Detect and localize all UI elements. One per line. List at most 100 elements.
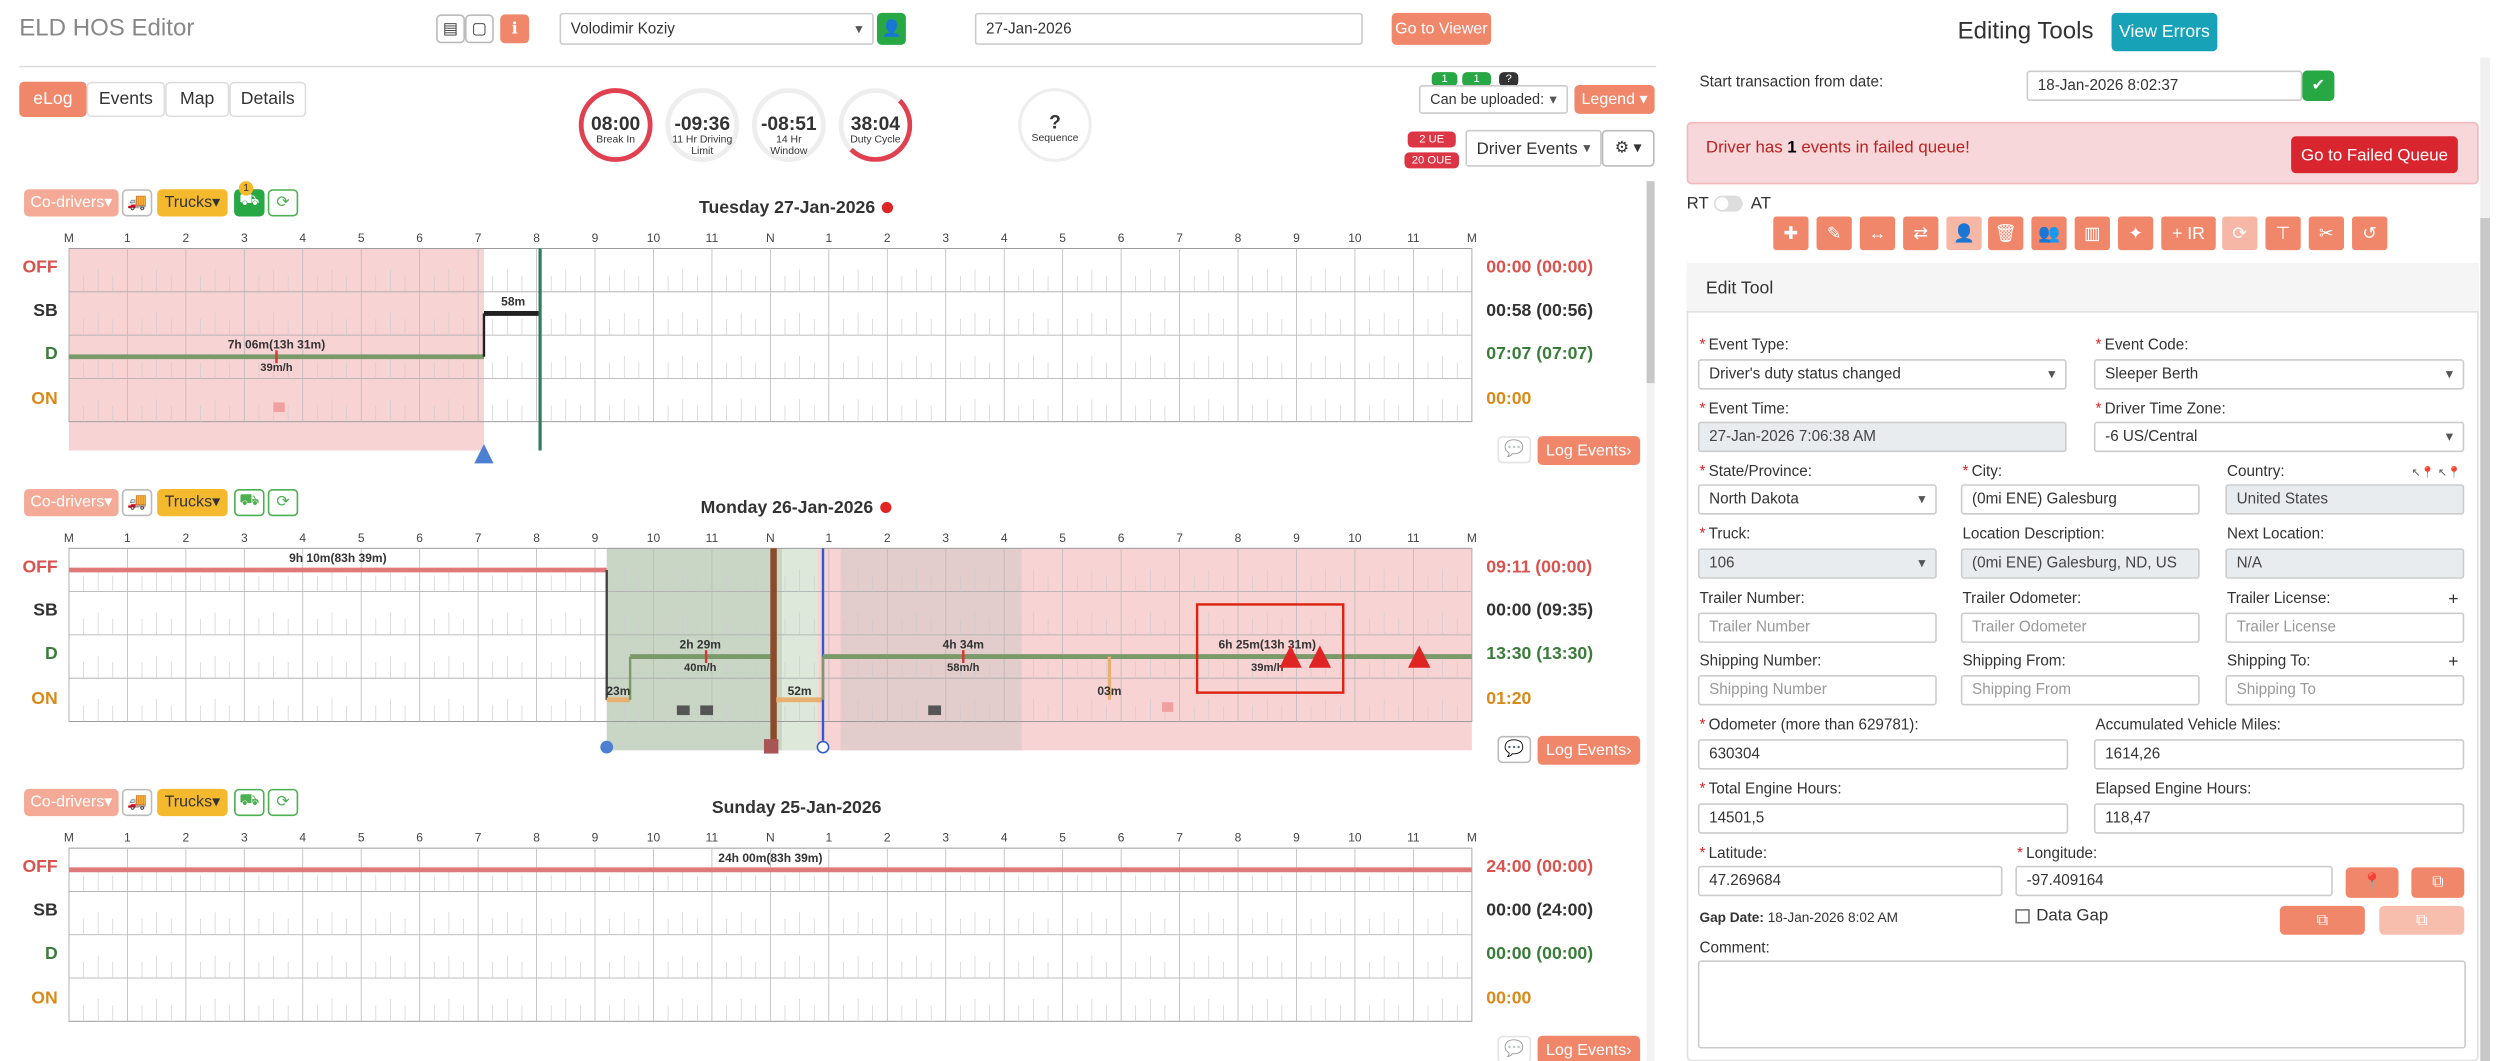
ship-num-input[interactable]: Shipping Number (1697, 674, 1937, 706)
eng-hours-input[interactable]: 14501,5 (1697, 803, 2069, 834)
event-time-input[interactable]: 27-Jan-2026 7:06:38 AM (1697, 421, 2067, 453)
swap-icon[interactable]: ⇄ (1903, 216, 1939, 251)
comment-icon[interactable]: 💬 (1497, 1035, 1532, 1061)
trucks-button[interactable]: Trucks ▾ (157, 189, 228, 217)
driver-profile-button[interactable]: 👤 (877, 12, 906, 45)
trash-icon[interactable]: 🗑 (1988, 216, 2024, 251)
copy-coords-button[interactable]: ⧉ (2411, 867, 2465, 898)
add-event-icon[interactable]: ✚ (1773, 216, 1809, 251)
comment-icon[interactable]: 💬 (1497, 735, 1532, 764)
log-events-button[interactable]: Log Events › (1537, 735, 1641, 765)
sync-icon[interactable]: ⟳ (267, 189, 299, 217)
city-input[interactable]: (0mi ENE) Galesburg (1960, 484, 2200, 515)
shift-icon[interactable]: ↔ (1859, 216, 1896, 251)
tab-elog[interactable]: eLog (19, 81, 87, 118)
status-row-label: OFF (22, 258, 58, 278)
duty-status-grid[interactable]: 9h 10m(83h 39m) 2h 29m 40m/h 23m 52m 4h 34m 58… (68, 547, 1478, 756)
view-errors-button[interactable]: View Errors (2111, 12, 2218, 52)
co-drivers-button[interactable]: Co-drivers ▾ (24, 189, 119, 217)
hour-tick: M (1466, 530, 1477, 546)
log-events-button[interactable]: Log Events › (1537, 436, 1641, 465)
add-trailer-icon[interactable]: + (2448, 590, 2458, 609)
paste-location-button[interactable]: ⧉ (2379, 905, 2465, 935)
acc-miles-input[interactable]: 1614,26 (2093, 739, 2465, 770)
event-type-input[interactable]: Driver's duty status changed (1697, 359, 2067, 390)
magic-icon[interactable]: ✦ (2117, 216, 2154, 251)
data-gap-checkbox[interactable] (2015, 909, 2030, 924)
start-transaction-confirm[interactable]: ✔ (2302, 70, 2335, 102)
ship-from-input[interactable]: Shipping From (1960, 674, 2200, 706)
scissors-icon[interactable]: ✂ (2308, 216, 2345, 251)
note-icon[interactable]: ▢ (464, 14, 494, 44)
duty-status-grid[interactable]: 7h 06m(13h 31m) 39m/h 58m (68, 248, 1478, 464)
start-transaction-input[interactable]: 18-Jan-2026 8:02:37 (2026, 70, 2303, 102)
lon-input[interactable]: -97.409164 (2015, 865, 2333, 897)
driver-events-select[interactable]: Driver Events (1465, 129, 1602, 167)
comment-icon[interactable]: 💬 (1497, 436, 1532, 464)
trailer-icon[interactable]: ⛟ (234, 788, 265, 817)
legend-button[interactable]: Legend ▾ (1574, 84, 1655, 114)
align-top-icon[interactable]: ⊤ (2265, 216, 2301, 251)
co-driver-icon[interactable]: 👥 (2031, 216, 2067, 251)
doc-icon[interactable]: ▤ (436, 14, 465, 44)
panel-scrollbar[interactable] (2480, 57, 2490, 1061)
trucks-button[interactable]: Trucks ▾ (157, 788, 228, 817)
add-ir-button[interactable]: + IR (2161, 216, 2216, 251)
go-to-failed-queue-button[interactable]: Go to Failed Queue (2291, 136, 2458, 174)
event-code-label: * Event Code: (2095, 336, 2189, 355)
tab-events[interactable]: Events (86, 81, 166, 118)
comment-textarea[interactable] (1697, 960, 2466, 1049)
info-icon[interactable]: ℹ (500, 14, 530, 44)
truck-input[interactable]: 106 (1697, 548, 1937, 579)
duty-status-grid[interactable]: 24h 00m(83h 39m) (68, 847, 1478, 1056)
event-code-input[interactable]: Sleeper Berth (2093, 359, 2465, 390)
trucks-button[interactable]: Trucks ▾ (157, 489, 228, 517)
copy-location-button[interactable]: ⧉ (2279, 905, 2365, 935)
hour-tick: 7 (474, 830, 482, 845)
edit-icon[interactable]: ✎ (1816, 216, 1852, 251)
undo-icon[interactable]: ↺ (2352, 216, 2388, 251)
co-drivers-button[interactable]: Co-drivers ▾ (24, 489, 119, 517)
country-input[interactable]: United States (2225, 484, 2465, 515)
ue-badge[interactable]: 2 UE (1407, 131, 1456, 148)
tab-details[interactable]: Details (229, 81, 307, 118)
driver-select[interactable]: Volodimir Koziy (559, 12, 874, 45)
country-locate-icons[interactable]: ↖📍 ↖📍 (2411, 467, 2461, 479)
truck-icon[interactable]: 🚚 (121, 489, 153, 517)
oue-badge[interactable]: 20 OUE (1404, 152, 1460, 169)
lat-input[interactable]: 47.269684 (1697, 865, 2003, 897)
hour-tick: 10 (646, 230, 661, 246)
truck-icon[interactable]: 🚚 (121, 788, 153, 817)
log-events-button[interactable]: Log Events › (1537, 1035, 1641, 1061)
grid-scrollbar[interactable] (1646, 181, 1655, 1061)
trailer-num-input[interactable]: Trailer Number (1697, 612, 1937, 643)
add-shipping-icon[interactable]: + (2448, 653, 2458, 672)
ship-to-input[interactable]: Shipping To (2225, 674, 2465, 706)
map-pin-button[interactable]: 📍 (2345, 867, 2399, 898)
rt-at-toggle[interactable] (1713, 195, 1743, 212)
go-to-viewer-button[interactable]: Go to Viewer (1391, 12, 1492, 45)
elapsed-input[interactable]: 118,47 (2093, 803, 2465, 834)
driver-icon[interactable]: 👤 (1946, 216, 1982, 251)
truck-icon[interactable]: 🚚 (121, 189, 153, 217)
settings-icon[interactable]: ⚙ ▾ (1601, 129, 1655, 167)
refresh-icon[interactable]: ⟳ (2222, 216, 2258, 251)
next-loc-input[interactable]: N/A (2225, 548, 2465, 579)
event-time-label: * Event Time: (1699, 400, 1790, 419)
hour-tick: 3 (240, 830, 248, 845)
loc-desc-input[interactable]: (0mi ENE) Galesburg, ND, US (1960, 548, 2200, 579)
co-drivers-button[interactable]: Co-drivers ▾ (24, 788, 119, 817)
trailer-lic-input[interactable]: Trailer License (2225, 612, 2465, 643)
trailer-icon[interactable]: ⛟ (234, 489, 265, 517)
date-input[interactable]: 27-Jan-2026 (974, 12, 1363, 45)
sync-icon[interactable]: ⟳ (267, 788, 299, 817)
upload-select[interactable]: Can be uploaded: (1418, 84, 1569, 114)
tab-map[interactable]: Map (165, 81, 230, 118)
trailer-odo-input[interactable]: Trailer Odometer (1960, 612, 2200, 643)
hour-tick: 6 (416, 230, 423, 246)
tz-input[interactable]: -6 US/Central (2093, 421, 2465, 453)
state-input[interactable]: North Dakota (1697, 484, 1937, 515)
columns-icon[interactable]: ▥ (2074, 216, 2110, 251)
sync-icon[interactable]: ⟳ (267, 489, 299, 517)
odometer-input[interactable]: 630304 (1697, 739, 2069, 770)
